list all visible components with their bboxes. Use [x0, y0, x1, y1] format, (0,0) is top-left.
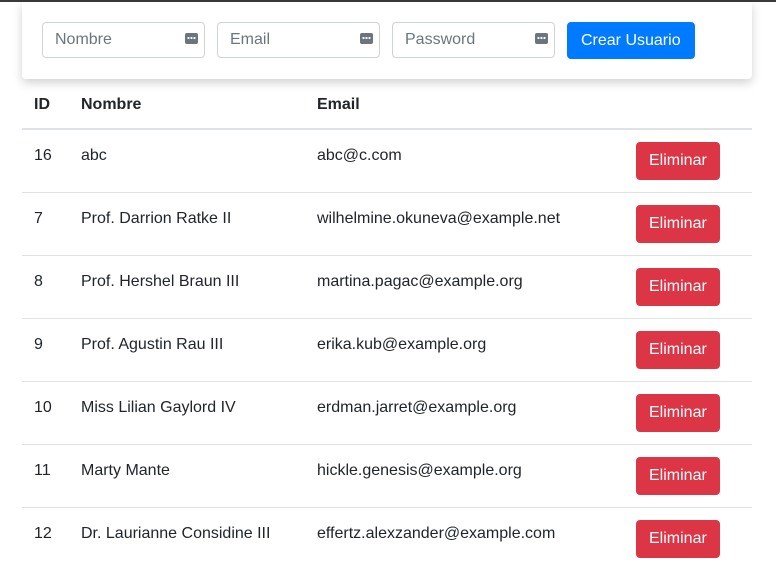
cell-id: 16 [22, 128, 69, 192]
cell-nombre: Marty Mante [69, 443, 305, 507]
cell-email: erdman.jarret@example.org [305, 380, 624, 444]
cell-id: 10 [22, 380, 69, 444]
password-input[interactable] [393, 23, 535, 57]
email-field[interactable] [217, 22, 380, 58]
cell-email: abc@c.com [305, 128, 624, 192]
cell-nombre: Dr. Laurianne Considine III [69, 506, 305, 570]
table-row: 7 Prof. Darrion Ratke II wilhelmine.okunev… [22, 191, 752, 255]
cell-nombre: abc [69, 128, 305, 192]
create-user-form: Crear Usuario [22, 2, 752, 79]
cell-nombre: Prof. Darrion Ratke II [69, 191, 305, 255]
delete-button[interactable]: Eliminar [636, 142, 720, 180]
cell-actions: Eliminar [624, 443, 752, 507]
delete-button[interactable]: Eliminar [636, 456, 720, 495]
table-row: 8 Prof. Hershel Braun III martina.pagac@ex… [22, 254, 752, 318]
cell-email: hickle.genesis@example.org [305, 443, 624, 507]
delete-button[interactable]: Eliminar [636, 519, 720, 558]
header-actions [624, 82, 752, 130]
cell-nombre: Miss Lilian Gaylord IV [69, 380, 305, 444]
nombre-field[interactable] [42, 22, 205, 58]
cell-id: 11 [22, 443, 69, 507]
header-nombre: Nombre [69, 82, 305, 130]
cell-id: 12 [22, 506, 69, 570]
header-id: ID [22, 82, 69, 130]
autofill-key-icon[interactable] [185, 33, 198, 44]
delete-button[interactable]: Eliminar [636, 393, 720, 432]
delete-button[interactable]: Eliminar [636, 204, 720, 243]
cell-email: martina.pagac@example.org [305, 254, 624, 318]
cell-email: effertz.alexzander@example.com [305, 506, 624, 570]
email-input[interactable] [218, 23, 360, 57]
create-user-button[interactable]: Crear Usuario [567, 22, 695, 59]
cell-email: erika.kub@example.org [305, 317, 624, 381]
cell-actions: Eliminar [624, 128, 752, 192]
cell-actions: Eliminar [624, 380, 752, 444]
cell-email: wilhelmine.okuneva@example.net [305, 191, 624, 255]
table-row: 11 Marty Mante hickle.genesis@example.org E… [22, 443, 752, 507]
users-table: ID Nombre Email 16 abc abc@c.com Eliminar 7 P… [22, 82, 752, 570]
table-row: 12 Dr. Laurianne Considine III effertz.ale… [22, 506, 752, 570]
table-row: 10 Miss Lilian Gaylord IV erdman.jarret@ex… [22, 380, 752, 444]
cell-id: 9 [22, 317, 69, 381]
autofill-key-icon[interactable] [535, 33, 548, 44]
cell-actions: Eliminar [624, 317, 752, 381]
cell-actions: Eliminar [624, 254, 752, 318]
delete-button[interactable]: Eliminar [636, 267, 720, 306]
autofill-key-icon[interactable] [360, 33, 373, 44]
users-table-container: ID Nombre Email 16 abc abc@c.com Eliminar 7 P… [22, 82, 752, 570]
table-row: 16 abc abc@c.com Eliminar [22, 128, 752, 192]
table-header-row: ID Nombre Email [22, 82, 752, 130]
nombre-input[interactable] [43, 23, 185, 57]
cell-id: 8 [22, 254, 69, 318]
cell-id: 7 [22, 191, 69, 255]
table-row: 9 Prof. Agustin Rau III erika.kub@example.… [22, 317, 752, 381]
cell-nombre: Prof. Agustin Rau III [69, 317, 305, 381]
cell-nombre: Prof. Hershel Braun III [69, 254, 305, 318]
cell-actions: Eliminar [624, 191, 752, 255]
password-field[interactable] [392, 22, 555, 58]
delete-button[interactable]: Eliminar [636, 330, 720, 369]
cell-actions: Eliminar [624, 506, 752, 570]
header-email: Email [305, 82, 624, 130]
